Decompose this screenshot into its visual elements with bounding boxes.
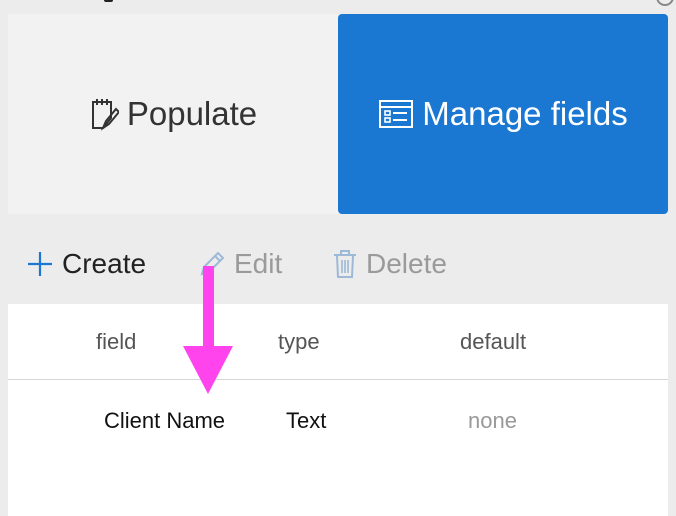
create-button[interactable]: Create	[26, 224, 146, 304]
tab-populate[interactable]: Populate	[8, 14, 338, 214]
fields-toolbar: Create Edit Delete	[8, 224, 668, 304]
edit-button-label: Edit	[234, 248, 283, 279]
clipped-corner-icon	[656, 0, 674, 6]
column-header-field[interactable]: field	[96, 329, 136, 355]
delete-button-label: Delete	[366, 248, 447, 279]
delete-button[interactable]: Delete	[332, 224, 447, 304]
mode-tabs: Populate Manage fields	[8, 14, 668, 214]
trash-icon	[332, 249, 358, 279]
tab-populate-label: Populate	[126, 95, 258, 132]
edit-button[interactable]: Edit	[198, 224, 282, 304]
table-header: field type default	[8, 304, 668, 380]
column-header-default[interactable]: default	[460, 329, 526, 355]
manage-fields-page: Populate Manage fields Create Edit Delet…	[0, 0, 676, 516]
window-top-strip	[0, 0, 676, 8]
pencil-icon	[198, 250, 226, 278]
tab-manage-fields-label: Manage fields	[422, 95, 628, 132]
cell-field-default: none	[468, 408, 517, 433]
clipped-title-glyph	[104, 0, 113, 2]
form-list-icon	[378, 99, 414, 129]
create-button-label: Create	[62, 248, 147, 279]
notepad-edit-icon	[89, 96, 119, 132]
plus-icon	[26, 250, 54, 278]
cell-field-type: Text	[286, 408, 327, 433]
tab-manage-fields[interactable]: Manage fields	[338, 14, 668, 214]
table-row[interactable]: Client Name Text none	[8, 381, 668, 461]
cell-field-name: Client Name	[104, 408, 226, 433]
fields-table: field type default Client Name Text none	[8, 304, 668, 516]
column-header-type[interactable]: type	[278, 329, 320, 355]
